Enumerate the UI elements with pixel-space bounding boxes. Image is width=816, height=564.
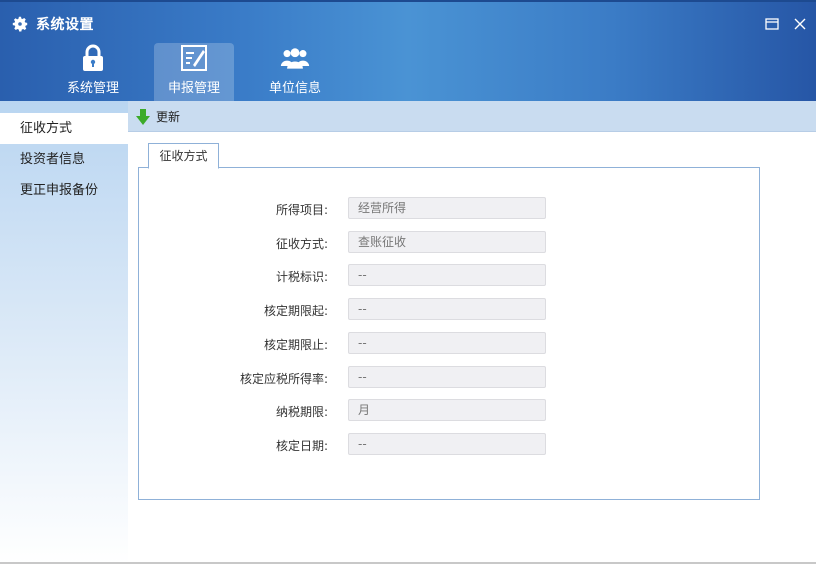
toolbar: 更新 xyxy=(128,101,816,132)
period-start-field[interactable]: -- xyxy=(348,298,546,320)
update-label: 更新 xyxy=(156,110,181,124)
tab-system-management[interactable]: 系统管理 xyxy=(53,43,133,102)
tab-collection-method[interactable]: 征收方式 xyxy=(148,143,219,169)
form-row: 所得项目: 经营所得 xyxy=(139,197,759,219)
window-title: 系统设置 xyxy=(36,17,94,33)
gear-icon xyxy=(12,16,28,32)
tax-flag-field[interactable]: -- xyxy=(348,264,546,286)
form-panel: 所得项目: 经营所得 征收方式: 查账征收 计税标识: -- 核定期限起: --… xyxy=(138,167,760,500)
lock-icon xyxy=(78,43,108,72)
assessment-date-field[interactable]: -- xyxy=(348,433,546,455)
field-label: 纳税期限: xyxy=(275,405,328,419)
form-row: 核定期限起: -- xyxy=(139,298,759,320)
edit-document-icon xyxy=(179,43,209,72)
field-label: 核定日期: xyxy=(275,439,328,453)
tab-label: 系统管理 xyxy=(66,81,119,96)
close-icon[interactable] xyxy=(792,16,808,32)
tab-unit-info[interactable]: 单位信息 xyxy=(255,43,335,102)
field-label: 核定应税所得率: xyxy=(239,372,328,386)
sidebar-item-correction-backup[interactable]: 更正申报备份 xyxy=(0,175,128,206)
sidebar: 征收方式 投资者信息 更正申报备份 xyxy=(0,101,128,564)
period-end-field[interactable]: -- xyxy=(348,332,546,354)
field-label: 征收方式: xyxy=(275,237,328,251)
sidebar-item-investor-info[interactable]: 投资者信息 xyxy=(0,144,128,175)
tab-label: 单位信息 xyxy=(268,81,321,96)
tab-label: 申报管理 xyxy=(167,81,220,96)
tab-report-management[interactable]: 申报管理 xyxy=(154,43,234,102)
users-icon xyxy=(280,43,310,72)
down-arrow-icon xyxy=(136,108,150,125)
field-label: 所得项目: xyxy=(275,203,328,217)
field-label: 核定期限止: xyxy=(263,338,328,352)
field-label: 计税标识: xyxy=(275,270,328,284)
maximize-icon[interactable] xyxy=(764,16,780,32)
sidebar-item-collection-method[interactable]: 征收方式 xyxy=(0,113,128,144)
taxable-income-rate-field[interactable]: -- xyxy=(348,366,546,388)
tax-period-field[interactable]: 月 xyxy=(348,399,546,421)
collection-method-field[interactable]: 查账征收 xyxy=(348,231,546,253)
form-row: 计税标识: -- xyxy=(139,264,759,286)
field-label: 核定期限起: xyxy=(263,304,328,318)
income-item-field[interactable]: 经营所得 xyxy=(348,197,546,219)
form-row: 征收方式: 查账征收 xyxy=(139,231,759,253)
form-row: 核定日期: -- xyxy=(139,433,759,455)
title-bar: 系统设置 系统管理 申报管理 单位信息 xyxy=(0,0,816,102)
form-row: 纳税期限: 月 xyxy=(139,399,759,421)
update-button[interactable]: 更新 xyxy=(136,108,180,125)
form-row: 核定应税所得率: -- xyxy=(139,366,759,388)
window-title-area: 系统设置 xyxy=(11,14,94,34)
form-row: 核定期限止: -- xyxy=(139,332,759,354)
